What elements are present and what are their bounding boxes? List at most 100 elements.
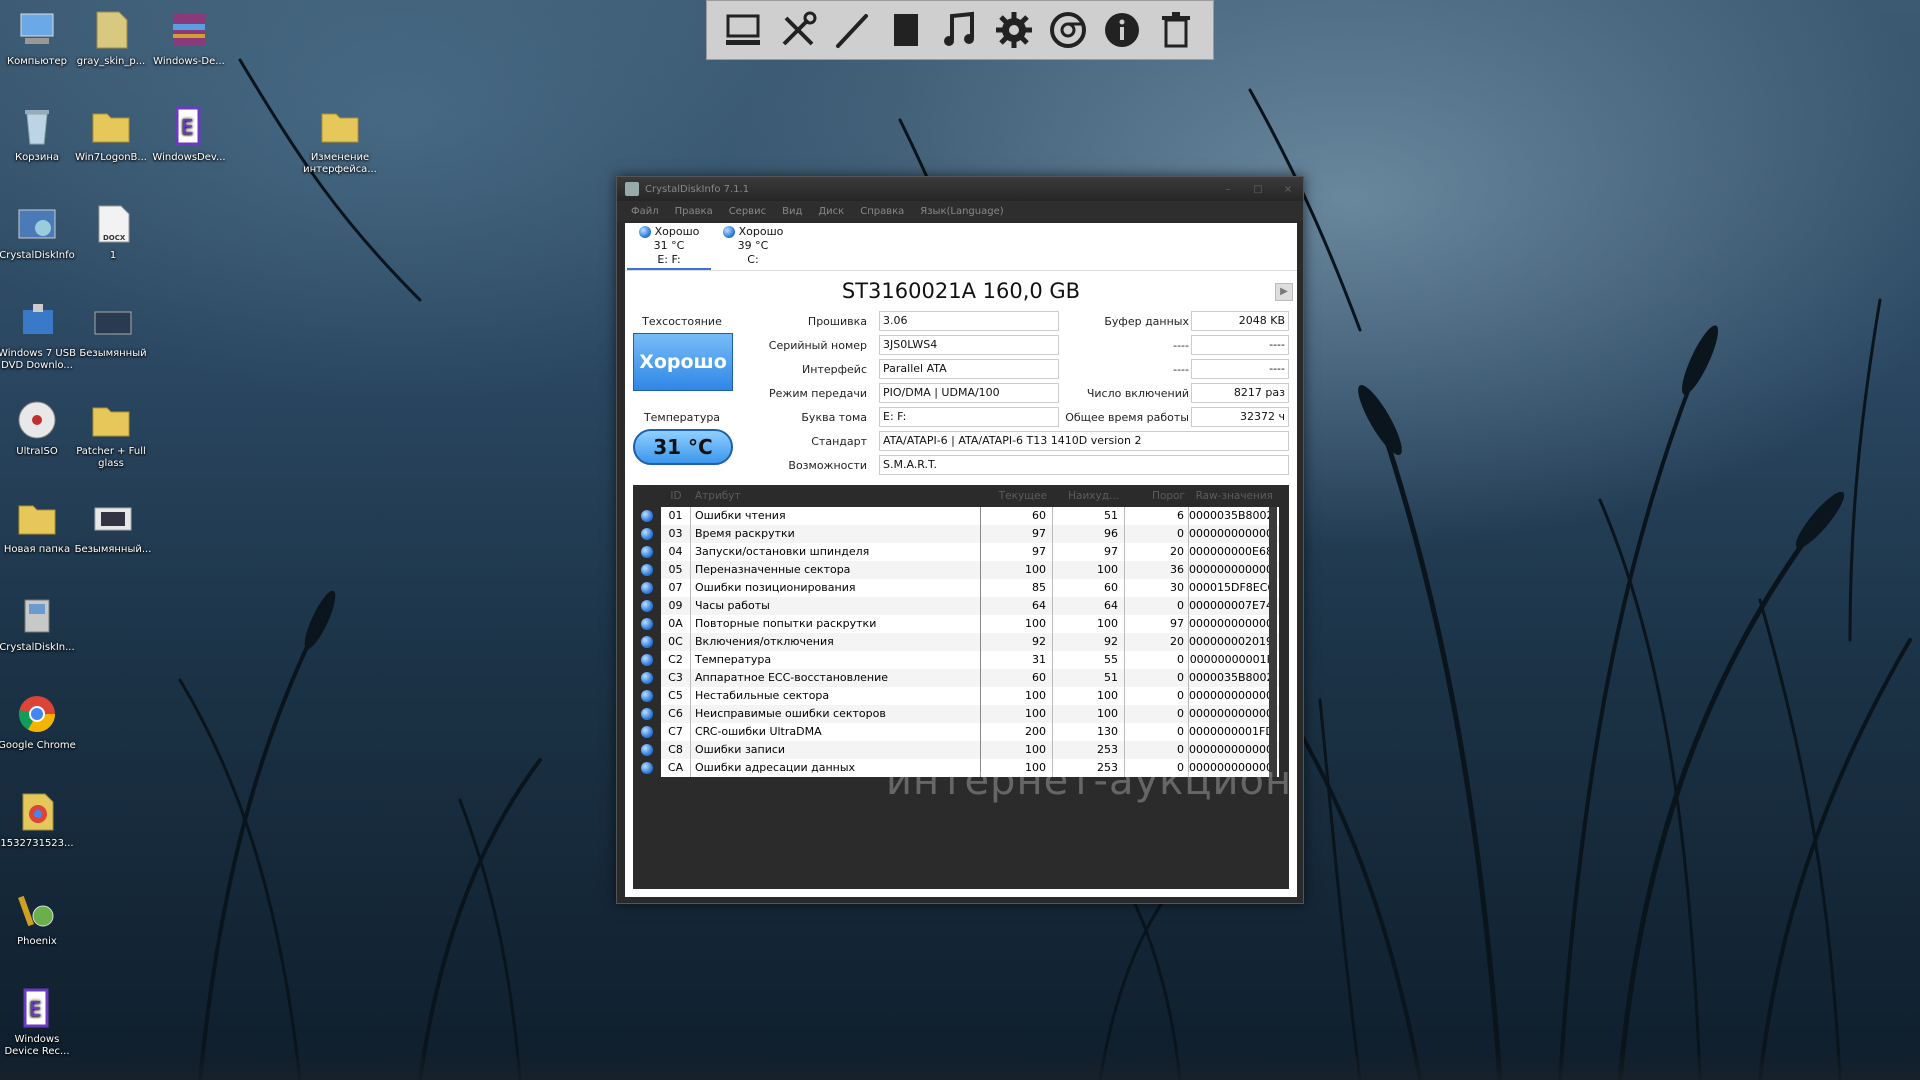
toolbar-music-button[interactable] — [938, 8, 982, 52]
table-row[interactable]: C5 Нестабильные сектора 100 100 0 00000000000… — [633, 687, 1289, 705]
toolbar-trash-button[interactable] — [1154, 8, 1198, 52]
table-row[interactable]: 0A Повторные попытки раскрутки 100 100 97 000… — [633, 615, 1289, 633]
toolbar-chrome-button[interactable] — [1046, 8, 1090, 52]
attr-name: Температура — [691, 651, 981, 669]
col-header-worst[interactable]: Наихуд... — [1053, 490, 1125, 502]
close-icon[interactable]: × — [1273, 184, 1303, 195]
toolbar-book-button[interactable] — [884, 8, 928, 52]
status-good-icon — [641, 762, 653, 774]
desktop-icon-change-ui[interactable]: Изменение интерфейса... — [301, 104, 379, 176]
table-row[interactable]: 05 Переназначенные сектора 100 100 36 0000000… — [633, 561, 1289, 579]
image-icon — [91, 496, 135, 540]
disk-tab-ef[interactable]: Хорошо 31 °C E: F: — [627, 223, 711, 270]
table-row[interactable]: 09 Часы работы 64 64 0 000000007E74 — [633, 597, 1289, 615]
attr-id: C2 — [661, 651, 691, 669]
attr-raw: 000000007E74 — [1189, 597, 1279, 615]
col-header-attribute[interactable]: Атрибут — [691, 490, 981, 502]
temperature-badge[interactable]: 31 °C — [633, 429, 733, 465]
table-row[interactable]: C3 Аппаратное ECC-восстановление 60 51 0 0000… — [633, 669, 1289, 687]
desktop-icon-label: Безымянный... — [74, 544, 152, 555]
next-disk-button[interactable]: ▶ — [1275, 283, 1293, 301]
health-status-button[interactable]: Хорошо — [633, 333, 733, 391]
minimize-icon[interactable]: – — [1213, 184, 1243, 195]
table-row[interactable]: C2 Температура 31 55 0 00000000001F — [633, 651, 1289, 669]
desktop-icon-patcher[interactable]: Patcher + Full glass — [72, 398, 150, 470]
table-row[interactable]: 03 Время раскрутки 97 96 0 000000000000 — [633, 525, 1289, 543]
folder-icon — [318, 104, 362, 148]
disk-tabs: Хорошо 31 °C E: F: Хорошо 39 °C C: — [625, 223, 1297, 271]
desktop-icon-docx-1[interactable]: DOCX 1 — [74, 202, 152, 262]
status-good-icon — [638, 226, 651, 238]
col-header-id[interactable]: ID — [661, 490, 691, 502]
desktop-icon-crystaldiskinfo[interactable]: CrystalDiskInfo — [0, 202, 76, 262]
blank-label-1: ---- — [1173, 339, 1189, 352]
trash-icon — [1162, 12, 1190, 48]
desktop-icon-crystaldiskin[interactable]: CrystalDiskIn... — [0, 594, 76, 654]
desktop-icon-google-chrome[interactable]: Google Chrome — [0, 692, 76, 752]
menu-file[interactable]: Файл — [631, 206, 659, 217]
attr-current: 92 — [981, 633, 1053, 651]
table-row[interactable]: 0C Включения/отключения 92 92 20 000000002019 — [633, 633, 1289, 651]
table-row[interactable]: 04 Запуски/остановки шпинделя 97 97 20 000000… — [633, 543, 1289, 561]
toolbar-computer-button[interactable] — [722, 8, 766, 52]
table-row[interactable]: 01 Ошибки чтения 60 51 6 0000035B8002 — [633, 507, 1289, 525]
desktop-icon-computer[interactable]: Компьютер — [0, 8, 76, 68]
svg-text:E: E — [29, 997, 42, 1021]
attr-threshold: 0 — [1125, 651, 1189, 669]
status-good-icon — [641, 744, 653, 756]
desktop-icon-win7usb[interactable]: Windows 7 USB DVD Downlo... — [0, 300, 76, 372]
col-header-current[interactable]: Текущее — [981, 490, 1053, 502]
desktop-icon-label: Компьютер — [7, 56, 67, 67]
window-titlebar[interactable]: CrystalDiskInfo 7.1.1 – □ × — [617, 177, 1303, 201]
smart-table-scrollbar[interactable] — [1269, 507, 1277, 777]
desktop-icon-win7logon[interactable]: Win7LogonB... — [72, 104, 150, 164]
attr-raw: 000000000000 — [1189, 525, 1279, 543]
attr-threshold: 6 — [1125, 507, 1189, 525]
table-row[interactable]: C6 Неисправимые ошибки секторов 100 100 0 000… — [633, 705, 1289, 723]
status-good-icon — [722, 226, 735, 238]
attr-id: C3 — [661, 669, 691, 687]
desktop-icon-recycle-bin[interactable]: Корзина — [0, 104, 76, 164]
desktop-icon-untitled[interactable]: Безымянный — [74, 300, 152, 360]
attr-current: 100 — [981, 615, 1053, 633]
desktop-icon-label: Patcher + Full glass — [76, 446, 146, 469]
desktop-icon-untitled-2[interactable]: Безымянный... — [74, 496, 152, 556]
col-header-raw[interactable]: Raw-значения — [1189, 490, 1279, 502]
status-cell — [633, 561, 661, 579]
table-row[interactable]: C7 CRC-ошибки UltraDMA 200 130 0 0000000001FD — [633, 723, 1289, 741]
disk-tab-letters: E: F: — [657, 253, 681, 266]
menu-edit[interactable]: Правка — [675, 206, 713, 217]
desktop-icon-windows-device-rec[interactable]: E Windows Device Rec... — [0, 986, 76, 1058]
table-row[interactable]: 07 Ошибки позиционирования 85 60 30 000015DF8… — [633, 579, 1289, 597]
menu-view[interactable]: Вид — [782, 206, 802, 217]
desktop-icon-label: 1532731523... — [0, 838, 74, 849]
attr-threshold: 20 — [1125, 543, 1189, 561]
desktop-icon-windowsdev[interactable]: E WindowsDev... — [150, 104, 228, 164]
desktop-icon-windows-de[interactable]: Windows-De... — [150, 8, 228, 68]
disk-tab-letters: C: — [747, 253, 759, 266]
menu-language[interactable]: Язык(Language) — [920, 206, 1003, 217]
watermark-text: интернет-аукцион — [886, 758, 1293, 804]
menu-service[interactable]: Сервис — [729, 206, 766, 217]
interface-field: Parallel ATA — [879, 359, 1059, 379]
maximize-icon[interactable]: □ — [1243, 184, 1273, 195]
menu-disk[interactable]: Диск — [818, 206, 844, 217]
table-row[interactable]: C8 Ошибки записи 100 253 0 000000000000 — [633, 741, 1289, 759]
desktop-icon-new-folder[interactable]: Новая папка — [0, 496, 76, 556]
menu-help[interactable]: Справка — [860, 206, 904, 217]
desktop-icon-ultraiso[interactable]: UltraISO — [0, 398, 76, 458]
disk-tab-c[interactable]: Хорошо 39 °C C: — [711, 223, 795, 270]
toolbar-tools-button[interactable] — [776, 8, 820, 52]
toolbar-info-button[interactable] — [1100, 8, 1144, 52]
toolbar-brush-button[interactable] — [830, 8, 874, 52]
col-header-threshold[interactable]: Порог — [1125, 490, 1189, 502]
desktop-icon-1532731523[interactable]: 1532731523... — [0, 790, 76, 850]
serial-label: Серийный номер — [768, 339, 867, 352]
toolbar-settings-button[interactable] — [992, 8, 1036, 52]
attr-raw: 00000000001F — [1189, 651, 1279, 669]
attr-id: C7 — [661, 723, 691, 741]
desktop-icon-gray-skin[interactable]: gray_skin_p... — [72, 8, 150, 68]
blank-field-1: ---- — [1191, 335, 1289, 355]
desktop-icon-phoenix[interactable]: Phoenix — [0, 888, 76, 948]
desktop-icon-label: Корзина — [14, 152, 60, 163]
